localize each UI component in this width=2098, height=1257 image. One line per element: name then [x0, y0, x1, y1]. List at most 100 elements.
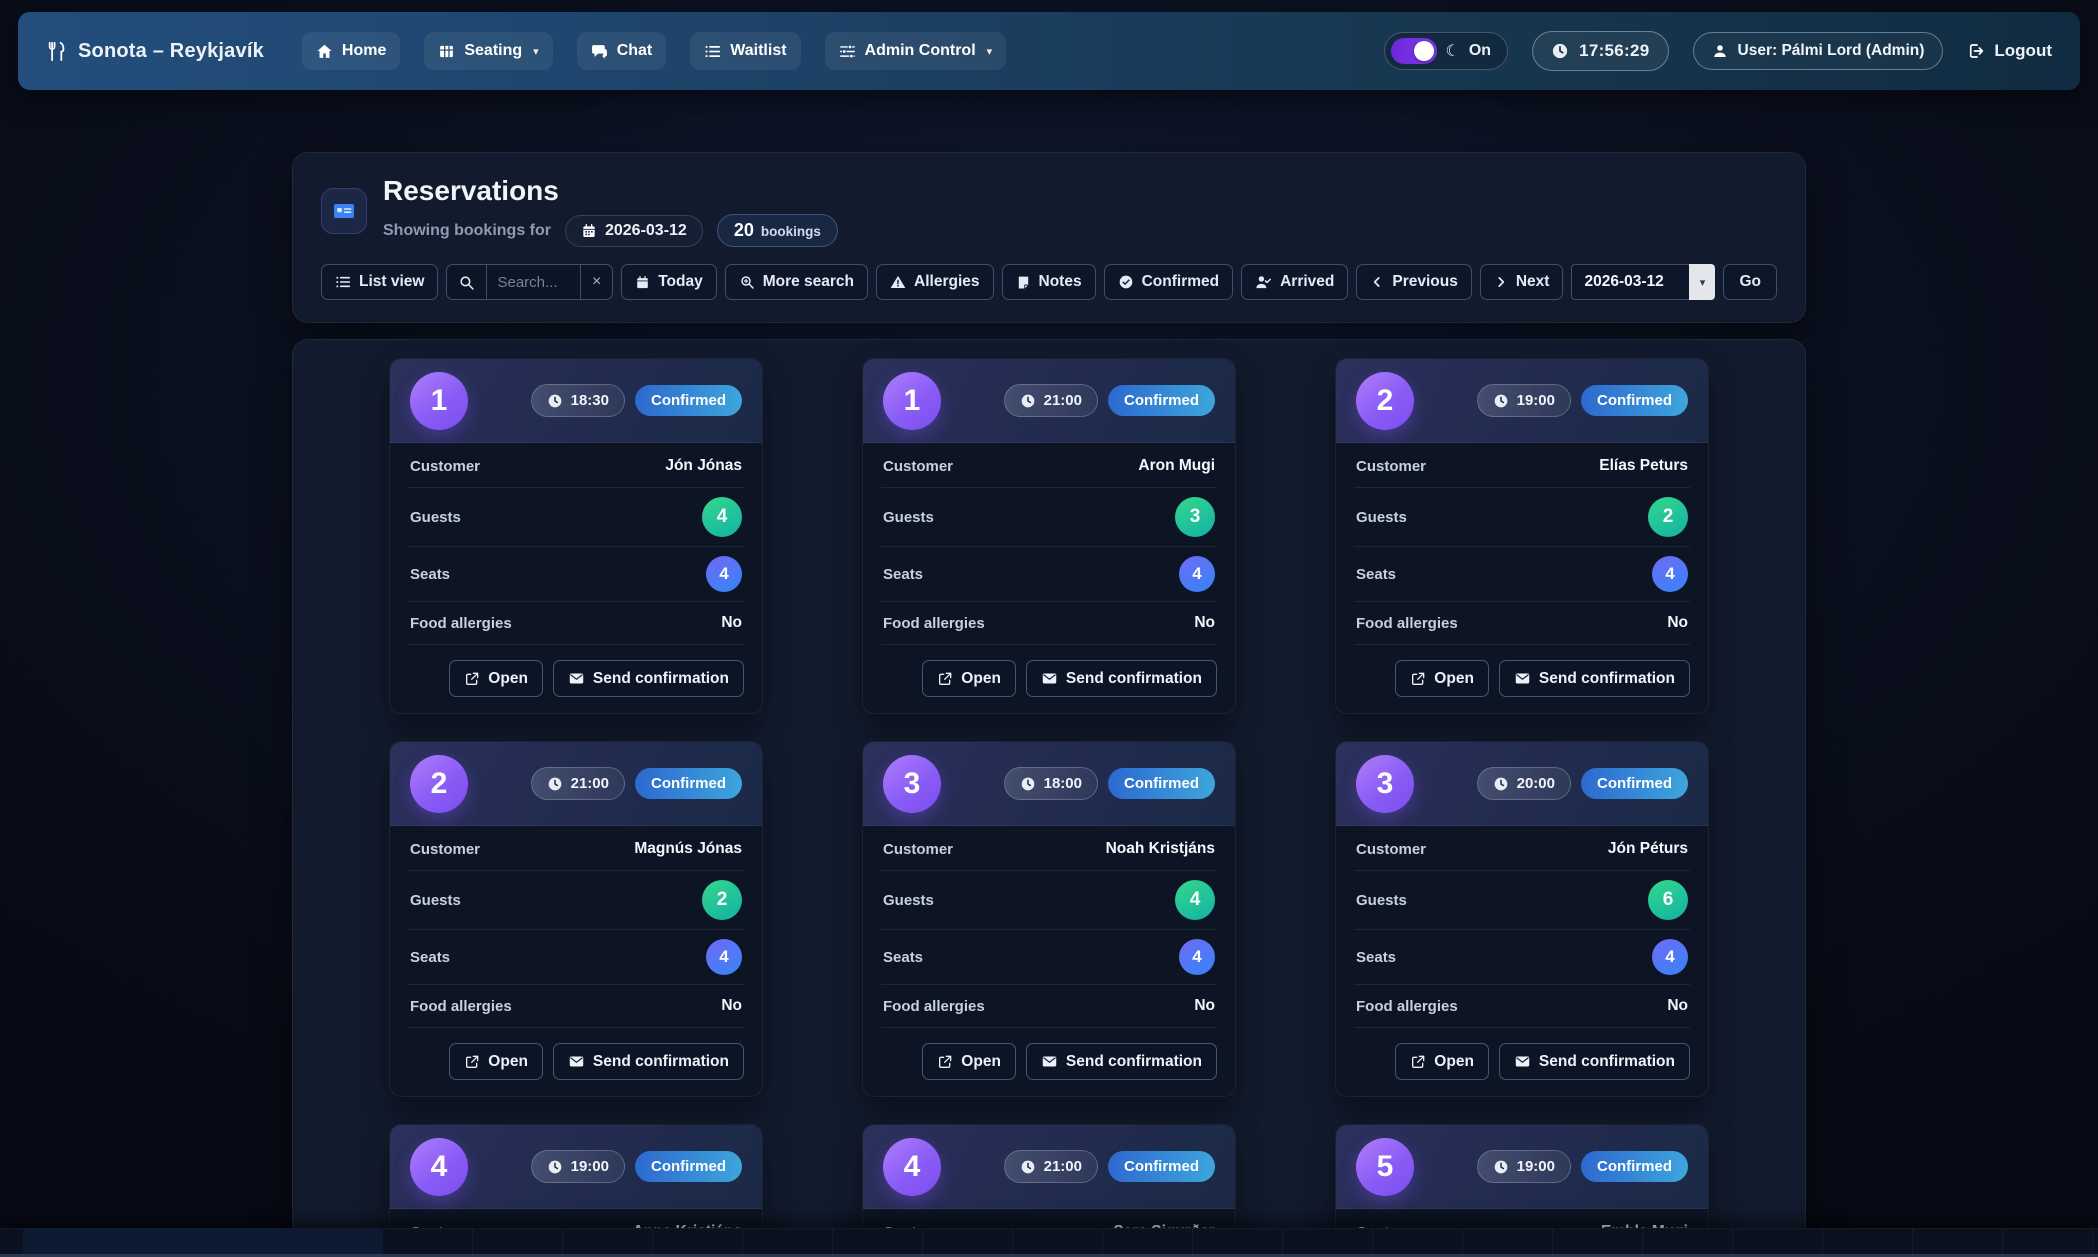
nav-item-chat[interactable]: Chat: [577, 32, 667, 70]
date-select[interactable]: 2026-03-12 ▾: [1571, 264, 1715, 300]
external-link-icon: [1410, 1054, 1426, 1070]
search-icon: [447, 265, 487, 299]
booking-time: 19:00: [1517, 1158, 1555, 1175]
seats-label: Seats: [883, 949, 923, 966]
customer-label: Customer: [1356, 841, 1426, 858]
table-number-badge: 4: [883, 1138, 941, 1196]
open-button[interactable]: Open: [922, 660, 1016, 697]
status-badge: Confirmed: [1108, 768, 1215, 799]
main-content: Reservations Showing bookings for 2026-0…: [292, 90, 1806, 1257]
user-pill[interactable]: User: Pálmi Lord (Admin): [1693, 32, 1944, 70]
navbar-right: ☾ On 17:56:29 User: Pálmi Lord (Admin) L…: [1384, 31, 2053, 71]
food-allergies-label: Food allergies: [883, 998, 985, 1015]
confirmed-filter-button[interactable]: Confirmed: [1104, 264, 1234, 300]
person-check-icon: [1255, 274, 1272, 291]
send-confirmation-button[interactable]: Send confirmation: [1499, 1043, 1690, 1080]
booking-time-pill: 19:00: [1477, 1150, 1571, 1183]
send-confirmation-label: Send confirmation: [1539, 670, 1675, 688]
nav-item-admin-control[interactable]: Admin Control ▾: [825, 32, 1007, 70]
arrived-filter-button[interactable]: Arrived: [1241, 264, 1348, 300]
date-badge: 2026-03-12: [565, 215, 703, 247]
go-button[interactable]: Go: [1723, 264, 1777, 300]
allergies-label: Allergies: [914, 273, 979, 291]
status-badge: Confirmed: [1581, 768, 1688, 799]
table-number-badge: 2: [1356, 372, 1414, 430]
bottom-strip-gridlines: [383, 1229, 2098, 1254]
bottom-strip-segment: [23, 1229, 383, 1254]
nav-item-seating[interactable]: Seating ▾: [424, 32, 552, 70]
next-button[interactable]: Next: [1480, 264, 1564, 300]
send-confirmation-button[interactable]: Send confirmation: [553, 660, 744, 697]
note-icon: [1016, 275, 1031, 290]
today-button[interactable]: Today: [621, 264, 717, 300]
open-label: Open: [1434, 670, 1474, 688]
logout-button[interactable]: Logout: [1967, 41, 2052, 61]
logout-label: Logout: [1994, 41, 2052, 61]
allergies-button[interactable]: Allergies: [876, 264, 993, 300]
booking-time-pill: 19:00: [531, 1150, 625, 1183]
nav-item-label: Admin Control: [865, 42, 976, 60]
bottom-strip: [0, 1228, 2098, 1257]
chat-icon: [591, 43, 608, 60]
clock-icon: [1493, 393, 1509, 409]
send-confirmation-label: Send confirmation: [1066, 1053, 1202, 1071]
open-label: Open: [1434, 1053, 1474, 1071]
guests-count-badge: 2: [702, 880, 742, 920]
food-allergies-value: No: [721, 614, 742, 632]
more-search-button[interactable]: More search: [725, 264, 868, 300]
clock-icon: [1493, 776, 1509, 792]
guests-label: Guests: [883, 892, 934, 909]
search-plus-icon: [739, 274, 755, 290]
send-confirmation-button[interactable]: Send confirmation: [1026, 1043, 1217, 1080]
guests-count-badge: 6: [1648, 880, 1688, 920]
food-allergies-label: Food allergies: [1356, 998, 1458, 1015]
nav-item-home[interactable]: Home: [302, 32, 400, 70]
search-group: ×: [446, 264, 613, 300]
dropdown-arrow-icon[interactable]: ▾: [1689, 264, 1715, 300]
open-button[interactable]: Open: [449, 660, 543, 697]
moon-icon: ☾: [1446, 41, 1460, 61]
seats-count-badge: 4: [1179, 939, 1215, 975]
envelope-icon: [1514, 1053, 1531, 1070]
booking-time-pill: 21:00: [1004, 384, 1098, 417]
table-number-badge: 1: [410, 372, 468, 430]
toggle-state-label: On: [1469, 42, 1491, 60]
previous-button[interactable]: Previous: [1356, 264, 1471, 300]
open-button[interactable]: Open: [1395, 660, 1489, 697]
list-view-button[interactable]: List view: [321, 264, 438, 300]
booking-time: 21:00: [1044, 392, 1082, 409]
bookings-count: 20: [734, 220, 754, 241]
reservation-card-body: Customer Jón Péturs Guests 6 Seats 4 Foo…: [1336, 826, 1708, 1096]
search-input[interactable]: [487, 265, 580, 299]
send-confirmation-button[interactable]: Send confirmation: [1499, 660, 1690, 697]
nav-item-waitlist[interactable]: Waitlist: [690, 32, 800, 70]
clock-icon: [547, 393, 563, 409]
send-confirmation-button[interactable]: Send confirmation: [1026, 660, 1217, 697]
guests-count-badge: 2: [1648, 497, 1688, 537]
booking-time-pill: 20:00: [1477, 767, 1571, 800]
send-confirmation-button[interactable]: Send confirmation: [553, 1043, 744, 1080]
envelope-icon: [568, 670, 585, 687]
open-button[interactable]: Open: [1395, 1043, 1489, 1080]
current-time: 17:56:29: [1579, 41, 1649, 61]
open-button[interactable]: Open: [449, 1043, 543, 1080]
food-allergies-label: Food allergies: [1356, 615, 1458, 632]
nav-item-label: Chat: [617, 42, 653, 60]
guests-label: Guests: [410, 509, 461, 526]
notes-button[interactable]: Notes: [1002, 264, 1096, 300]
dark-mode-switch[interactable]: [1391, 38, 1437, 64]
customer-name: Elías Peturs: [1599, 457, 1688, 475]
booking-time: 20:00: [1517, 775, 1555, 792]
toolbar: List view × Today More search Allergies: [321, 264, 1777, 300]
table-number-badge: 1: [883, 372, 941, 430]
food-allergies-value: No: [1667, 997, 1688, 1015]
open-label: Open: [961, 670, 1001, 688]
nav-item-label: Waitlist: [730, 42, 786, 60]
seats-count-badge: 4: [1652, 939, 1688, 975]
chevron-down-icon: ▾: [987, 45, 993, 58]
clear-search-button[interactable]: ×: [580, 265, 612, 299]
cards-grid: 1 18:30 Confirmed Customer Jón Jónas Gue…: [389, 358, 1709, 1257]
open-button[interactable]: Open: [922, 1043, 1016, 1080]
list-view-icon: [335, 274, 351, 290]
clock-icon: [1020, 776, 1036, 792]
